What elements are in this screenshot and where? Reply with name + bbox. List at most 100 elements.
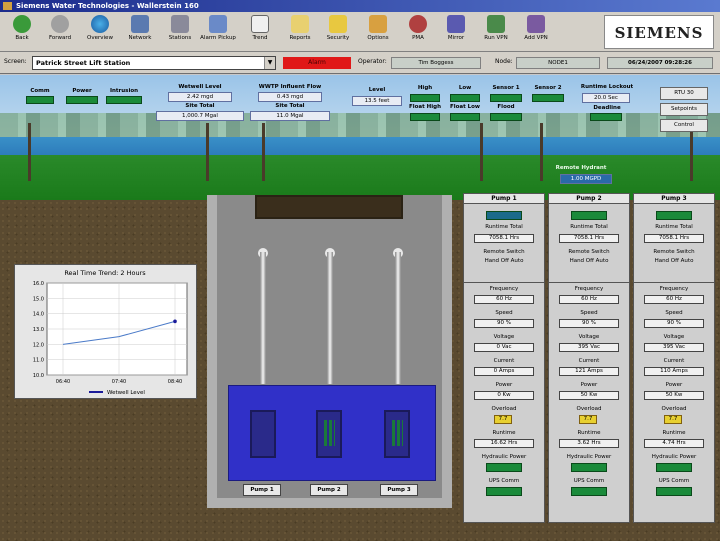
metric-value: 395 Vac	[559, 343, 619, 352]
run-vpn-button[interactable]: Run VPN	[476, 14, 516, 50]
alarm-button[interactable]: Alarm	[283, 57, 351, 69]
panel-divider	[549, 282, 629, 283]
metric-label: Current	[663, 358, 685, 364]
overload-value: 7.7	[579, 415, 597, 424]
flow-total: 11.0 Mgal	[250, 111, 330, 121]
mirror-button[interactable]: Mirror	[436, 14, 476, 50]
y-tick-label: 14.0	[33, 312, 44, 318]
alarm-pickup-button[interactable]: Alarm Pickup	[198, 14, 238, 50]
network-icon	[131, 15, 149, 33]
runtime-label: Runtime	[662, 430, 686, 436]
overload-label: Overload	[491, 406, 517, 412]
hydraulic-power-indicator	[571, 463, 607, 472]
pump-status-indicator[interactable]	[571, 211, 607, 220]
globe-icon	[91, 15, 109, 33]
metric-value: 50 Kw	[559, 391, 619, 400]
x-tick-label: 07:40	[112, 379, 126, 385]
overview-button[interactable]: Overview	[80, 14, 120, 50]
metric-label: Power	[580, 382, 598, 388]
forward-button[interactable]: Forward	[40, 14, 80, 50]
high-label: High	[417, 85, 433, 91]
y-tick-label: 11.0	[33, 358, 44, 364]
trend-button[interactable]: Trend	[240, 14, 280, 50]
pump-motor[interactable]	[316, 410, 342, 458]
wetwell-cover	[255, 195, 403, 219]
tree-trunk	[262, 123, 265, 181]
node-label: Node:	[495, 58, 513, 65]
y-tick-label: 12.0	[33, 342, 44, 348]
reports-button[interactable]: Reports	[280, 14, 320, 50]
rtu-button[interactable]: RTU 30	[660, 87, 708, 100]
security-button[interactable]: Security	[318, 14, 358, 50]
add-vpn-button[interactable]: Add VPN	[516, 14, 556, 50]
runtime-total-label: Runtime Total	[570, 224, 608, 230]
metric-label: Voltage	[493, 334, 515, 340]
runtime-label: Runtime	[492, 430, 516, 436]
deadline-label: Deadline	[593, 105, 621, 111]
sensor1-indicator	[490, 94, 522, 102]
tree-trunk	[206, 123, 209, 181]
chart-title: Real Time Trend: 2 Hours	[64, 269, 146, 277]
remote-switch-options[interactable]: Hand Off Auto	[634, 258, 714, 264]
comm-label: Comm	[30, 88, 50, 94]
runtime-value: 3.62 Hrs	[559, 439, 619, 448]
ups-comm-indicator	[486, 487, 522, 496]
pump-motor[interactable]	[250, 410, 276, 458]
setpoints-button[interactable]: Setpoints	[660, 103, 708, 116]
flow-total-label: Site Total	[275, 103, 305, 109]
sensor2-indicator	[532, 94, 564, 102]
forward-arrow-icon	[51, 15, 69, 33]
vpn-icon	[487, 15, 505, 33]
hydrant-label: Remote Hydrant	[555, 165, 607, 171]
metric-label: Power	[495, 382, 513, 388]
ups-comm-label: UPS Comm	[658, 478, 690, 484]
pump-status-indicator[interactable]	[486, 211, 522, 220]
y-tick-label: 10.0	[33, 373, 44, 379]
ups-comm-label: UPS Comm	[488, 478, 520, 484]
metric-value: 0 Kw	[474, 391, 534, 400]
remote-switch-options[interactable]: Hand Off Auto	[464, 258, 544, 264]
network-button[interactable]: Network	[120, 14, 160, 50]
metric-value: 60 Hz	[474, 295, 534, 304]
runtime-value: 16.62 Hrs	[474, 439, 534, 448]
level-value: 13.5 feet	[352, 96, 402, 106]
metric-value: 395 Vac	[644, 343, 704, 352]
pump-panel-title: Pump 1	[464, 194, 544, 204]
options-button[interactable]: Options	[358, 14, 398, 50]
power-indicator	[66, 96, 98, 104]
metric-value: 0 Vac	[474, 343, 534, 352]
y-tick-label: 16.0	[33, 281, 44, 287]
hydrant-value: 1.00 MGPD	[560, 174, 612, 184]
metric-label: Frequency	[489, 286, 519, 292]
metric-label: Speed	[580, 310, 598, 316]
metric-value: 0 Amps	[474, 367, 534, 376]
security-icon	[329, 15, 347, 33]
stations-button[interactable]: Stations	[160, 14, 200, 50]
pump-motor[interactable]	[384, 410, 410, 458]
pump-status-indicator[interactable]	[656, 211, 692, 220]
chevron-down-icon[interactable]: ▼	[264, 57, 275, 69]
reports-icon	[291, 15, 309, 33]
y-tick-label: 13.0	[33, 327, 44, 333]
pump-panel-title: Pump 2	[549, 194, 629, 204]
ups-comm-label: UPS Comm	[573, 478, 605, 484]
trend-chart-panel[interactable]: Real Time Trend: 2 Hours 10.0 11.0 12.0 13.…	[14, 264, 197, 399]
control-button[interactable]: Control	[660, 119, 708, 132]
screen-bar: Screen: Patrick Street Lift Station ▼ Al…	[0, 52, 720, 74]
pump-panel: Pump 3 Runtime Total 7058.1 Hrs Remote Swit…	[633, 193, 715, 523]
sensor1-label: Sensor 1	[492, 85, 520, 91]
tree-trunk	[480, 123, 483, 181]
screen-select[interactable]: Patrick Street Lift Station ▼	[32, 56, 276, 70]
remote-switch-options[interactable]: Hand Off Auto	[549, 258, 629, 264]
operator-field: Tim Boggess	[391, 57, 481, 69]
metric-label: Power	[665, 382, 683, 388]
add-vpn-icon	[527, 15, 545, 33]
mirror-icon	[447, 15, 465, 33]
runtime-total-value: 7058.1 Hrs	[474, 234, 534, 243]
pma-button[interactable]: PMA	[398, 14, 438, 50]
metric-value: 60 Hz	[644, 295, 704, 304]
runtime-lockout-title: Runtime Lockout	[580, 84, 634, 90]
back-button[interactable]: Back	[2, 14, 42, 50]
flood-label: Flood	[497, 104, 515, 110]
overload-label: Overload	[661, 406, 687, 412]
